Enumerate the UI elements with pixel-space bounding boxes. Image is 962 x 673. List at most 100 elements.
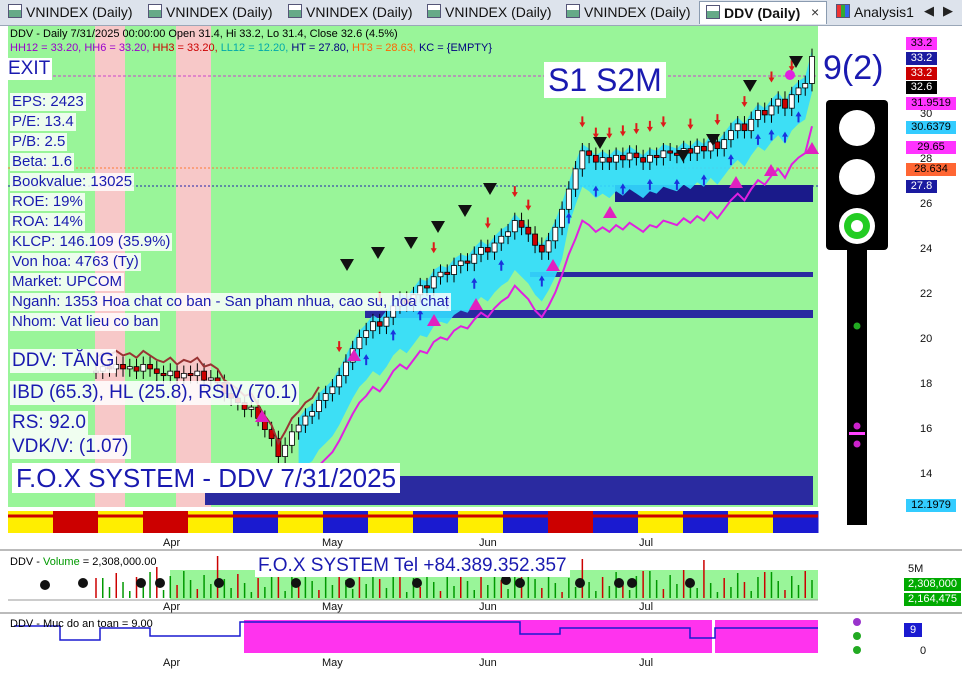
candle-body <box>430 276 437 289</box>
month-label: Jun <box>479 601 497 613</box>
candle-body <box>288 431 295 446</box>
candle-body <box>282 444 289 457</box>
price-level-box: 29.65 <box>906 141 956 154</box>
status-strip-cell <box>413 511 459 533</box>
volume-signal-dot-icon <box>40 580 50 590</box>
month-label: May <box>322 657 343 669</box>
candle-body <box>525 226 532 235</box>
status-strip-cell <box>143 511 189 533</box>
status-strip-cell <box>458 511 504 533</box>
safety-dot-icon <box>853 632 861 640</box>
candle-body <box>498 235 505 244</box>
status-strip-cell <box>323 511 369 533</box>
candle-body <box>511 220 518 233</box>
candle-body <box>370 321 376 332</box>
month-label: Jun <box>479 537 497 549</box>
volume-title: DDV - Volume = 2,308,000.00 <box>10 555 156 569</box>
candle-body <box>424 285 430 289</box>
signal-label: S1 S2M <box>544 62 666 98</box>
candle-body <box>437 271 444 278</box>
header-level-4: HT = 27.80, <box>291 42 352 54</box>
month-label: Apr <box>163 601 180 613</box>
candle-body <box>667 150 674 154</box>
price-level-box: 27.8 <box>906 180 937 193</box>
candle-body <box>309 411 316 417</box>
fundamental-item: Nganh: 1353 Hoa chat co ban - San pham n… <box>10 293 451 311</box>
month-label: Jun <box>479 657 497 669</box>
candle-body <box>701 145 707 152</box>
volume-signal-dot-icon <box>515 578 525 588</box>
price-level-box: 33.2 <box>906 37 937 50</box>
exit-label: EXIT <box>6 58 53 80</box>
safety-value-box: 9 <box>904 623 922 637</box>
price-level-box: 31.9519 <box>906 97 956 110</box>
light-off-icon <box>839 110 875 146</box>
candle-body <box>194 370 201 377</box>
signal-dot-icon <box>853 440 861 448</box>
chart-header-levels: HH12 = 33.20, HH6 = 33.20, HH3 = 33.20, … <box>10 41 492 55</box>
candle-body <box>133 366 140 372</box>
candle-body <box>809 56 815 84</box>
candle-body <box>545 240 552 253</box>
candle-body <box>559 208 565 228</box>
fundamental-item: Beta: 1.6 <box>10 153 75 171</box>
safety-axis-zero: 0 <box>920 645 927 657</box>
volume-signal-dot-icon <box>345 578 355 588</box>
candle-body <box>464 260 471 264</box>
candle-body <box>120 364 126 370</box>
safety-title: DDV - Muc do an toan = 9.00 <box>10 618 153 630</box>
candle-body <box>187 372 194 377</box>
signal-count: 9(2) <box>820 48 887 88</box>
candle-body <box>180 372 187 379</box>
price-tick-label: 24 <box>920 242 933 255</box>
status-strip-cell <box>233 511 279 533</box>
candle-body <box>376 321 383 327</box>
candle-body <box>660 150 667 159</box>
candle-body <box>363 330 370 338</box>
status-strip-cell <box>188 511 234 533</box>
status-strip-cell <box>368 511 414 533</box>
safety-zone <box>715 620 818 653</box>
volume-ma-box: 2,164,475 <box>904 593 961 606</box>
volume-signal-dot-icon <box>575 578 585 588</box>
month-label: Apr <box>163 537 180 549</box>
candle-body <box>788 94 795 109</box>
candle-body <box>126 366 133 370</box>
candle-body <box>532 233 538 246</box>
volume-signal-dot-icon <box>627 578 637 588</box>
volume-value-box: 2,308,000 <box>904 578 961 591</box>
candle-body <box>153 368 160 374</box>
signal-tick <box>849 432 865 435</box>
candle-body <box>741 123 748 132</box>
signal-dot-icon <box>853 422 861 430</box>
candle-body <box>694 145 701 154</box>
light-off-icon <box>839 159 875 195</box>
candle-body <box>160 372 167 377</box>
status-strip-cell <box>548 511 594 533</box>
candle-body <box>728 130 734 141</box>
status-strip-cell <box>773 511 819 533</box>
volume-signal-dot-icon <box>155 578 165 588</box>
volume-signal-dot-icon <box>214 578 224 588</box>
month-label: Jul <box>639 537 653 549</box>
trend-label: DDV: TĂNG <box>10 349 117 373</box>
month-label: May <box>322 601 343 613</box>
candle-body <box>782 98 788 109</box>
candle-body <box>316 399 322 413</box>
candle-body <box>322 393 329 401</box>
price-tick-label: 20 <box>920 332 933 345</box>
candle-body <box>579 150 586 170</box>
month-label: May <box>322 537 343 549</box>
candle-body <box>802 83 809 89</box>
candle-body <box>451 265 457 275</box>
candle-body <box>619 154 626 161</box>
price-level-box: 33.2 <box>906 67 937 80</box>
month-label: Jul <box>639 657 653 669</box>
vdk-label: VDK/V: (1.07) <box>10 435 131 459</box>
candle-body <box>768 105 775 116</box>
candle-body <box>167 370 174 377</box>
system-title: F.O.X SYSTEM - DDV 7/31/2025 <box>12 463 401 493</box>
header-level-6: KC = {EMPTY} <box>418 42 493 54</box>
candle-body <box>457 260 464 266</box>
header-level-3: LL12 = 12.20, <box>220 42 292 54</box>
